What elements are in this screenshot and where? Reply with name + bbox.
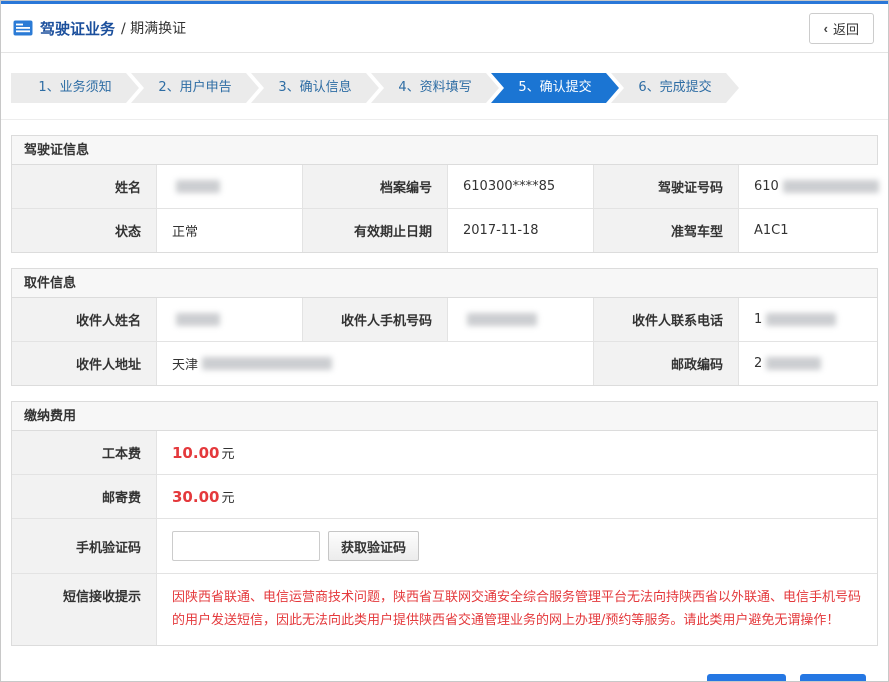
pickup-table: 收件人姓名 收件人手机号码 收件人联系电话 1 收件人地址 天津 邮政编码 2 [11, 298, 878, 386]
fees-section-title: 缴纳费用 [11, 401, 878, 431]
recipient-mobile-value [448, 298, 594, 341]
currency-unit: 元 [221, 487, 234, 506]
redacted-value [783, 180, 879, 193]
postcode-label: 邮政编码 [594, 342, 739, 385]
table-row: 状态 正常 有效期止日期 2017-11-18 准驾车型 A1C1 [12, 209, 877, 252]
finish-button[interactable]: 完成 [800, 674, 866, 682]
back-button[interactable]: ‹ 返回 [809, 13, 874, 44]
table-row: 短信接收提示 因陕西省联通、电信运营商技术问题，陕西省互联网交通安全综合服务管理… [12, 574, 877, 645]
step-3-confirm-info: 3、确认信息 [251, 73, 379, 103]
table-row: 邮寄费 30.00 元 [12, 475, 877, 519]
main-content: 驾驶证信息 姓名 档案编号 610300****85 驾驶证号码 610 状态 … [1, 135, 888, 682]
license-card-icon [13, 20, 33, 36]
sms-code-label: 手机验证码 [12, 519, 157, 573]
address-prefix: 天津 [172, 354, 198, 373]
fees-table: 工本费 10.00 元 邮寄费 30.00 元 手机验证码 [11, 431, 878, 646]
recipient-name-label: 收件人姓名 [12, 298, 157, 341]
license-no-label: 驾驶证号码 [594, 165, 739, 208]
postcode-value: 2 [739, 342, 877, 385]
phone-prefix: 1 [754, 312, 762, 327]
recipient-mobile-label: 收件人手机号码 [303, 298, 448, 341]
license-no-value: 610 [739, 165, 889, 208]
mail-fee-value: 30.00 元 [157, 475, 877, 518]
file-no-value: 610300****85 [448, 165, 594, 208]
table-row: 收件人地址 天津 邮政编码 2 [12, 342, 877, 385]
file-no-label: 档案编号 [303, 165, 448, 208]
expiry-value: 2017-11-18 [448, 209, 594, 252]
step-2-user-declaration: 2、用户申告 [131, 73, 259, 103]
postcode-prefix: 2 [754, 356, 762, 371]
license-table: 姓名 档案编号 610300****85 驾驶证号码 610 状态 正常 有效期… [11, 165, 878, 253]
mail-fee-label: 邮寄费 [12, 475, 157, 518]
production-fee-value: 10.00 元 [157, 431, 877, 474]
status-value: 正常 [157, 209, 303, 252]
step-4-fill-info: 4、资料填写 [371, 73, 499, 103]
redacted-value [467, 313, 537, 326]
vehicle-type-label: 准驾车型 [594, 209, 739, 252]
pickup-section-title: 取件信息 [11, 268, 878, 298]
status-label: 状态 [12, 209, 157, 252]
name-label: 姓名 [12, 165, 157, 208]
vehicle-type-value: A1C1 [739, 209, 877, 252]
redacted-value [176, 180, 220, 193]
step-1-business-notice: 1、业务须知 [11, 73, 139, 103]
step-wizard: 1、业务须知 2、用户申告 3、确认信息 4、资料填写 5、确认提交 6、完成提… [1, 53, 888, 120]
license-section-title: 驾驶证信息 [11, 135, 878, 165]
license-no-prefix: 610 [754, 179, 779, 194]
page: 驾驶证业务 / 期满换证 ‹ 返回 1、业务须知 2、用户申告 3、确认信息 4… [0, 0, 889, 682]
footer-actions: 上一步 完成 [11, 646, 878, 682]
sms-code-input[interactable] [172, 531, 320, 561]
address-value: 天津 [157, 342, 594, 385]
table-row: 手机验证码 获取验证码 [12, 519, 877, 574]
table-row: 收件人姓名 收件人手机号码 收件人联系电话 1 [12, 298, 877, 342]
sms-code-cell: 获取验证码 [157, 519, 877, 573]
sms-notice-text: 因陕西省联通、电信运营商技术问题，陕西省互联网交通安全综合服务管理平台无法向持陕… [172, 586, 862, 633]
page-title: 驾驶证业务 [40, 18, 115, 39]
page-header: 驾驶证业务 / 期满换证 ‹ 返回 [1, 4, 888, 53]
name-value [157, 165, 303, 208]
fees-section: 缴纳费用 工本费 10.00 元 邮寄费 30.00 元 [11, 401, 878, 646]
currency-unit: 元 [221, 443, 234, 462]
production-fee-label: 工本费 [12, 431, 157, 474]
expiry-label: 有效期止日期 [303, 209, 448, 252]
redacted-value [202, 357, 332, 370]
address-label: 收件人地址 [12, 342, 157, 385]
back-button-label: 返回 [833, 19, 859, 38]
sms-notice-cell: 因陕西省联通、电信运营商技术问题，陕西省互联网交通安全综合服务管理平台无法向持陕… [157, 574, 877, 645]
license-info-section: 驾驶证信息 姓名 档案编号 610300****85 驾驶证号码 610 状态 … [11, 135, 878, 253]
step-5-confirm-submit: 5、确认提交 [491, 73, 619, 103]
production-fee-amount: 10.00 [172, 444, 219, 462]
recipient-phone-label: 收件人联系电话 [594, 298, 739, 341]
previous-step-button[interactable]: 上一步 [707, 674, 786, 682]
table-row: 工本费 10.00 元 [12, 431, 877, 475]
mail-fee-amount: 30.00 [172, 488, 219, 506]
recipient-phone-value: 1 [739, 298, 877, 341]
table-row: 姓名 档案编号 610300****85 驾驶证号码 610 [12, 165, 877, 209]
redacted-value [766, 313, 836, 326]
step-6-complete-submit: 6、完成提交 [611, 73, 739, 103]
chevron-left-icon: ‹ [824, 21, 828, 36]
recipient-name-value [157, 298, 303, 341]
redacted-value [766, 357, 821, 370]
pickup-info-section: 取件信息 收件人姓名 收件人手机号码 收件人联系电话 1 收件人地址 天津 邮政… [11, 268, 878, 386]
redacted-value [176, 313, 220, 326]
breadcrumb: / 期满换证 [121, 18, 186, 38]
sms-notice-label: 短信接收提示 [12, 574, 157, 645]
get-code-button[interactable]: 获取验证码 [328, 531, 419, 561]
